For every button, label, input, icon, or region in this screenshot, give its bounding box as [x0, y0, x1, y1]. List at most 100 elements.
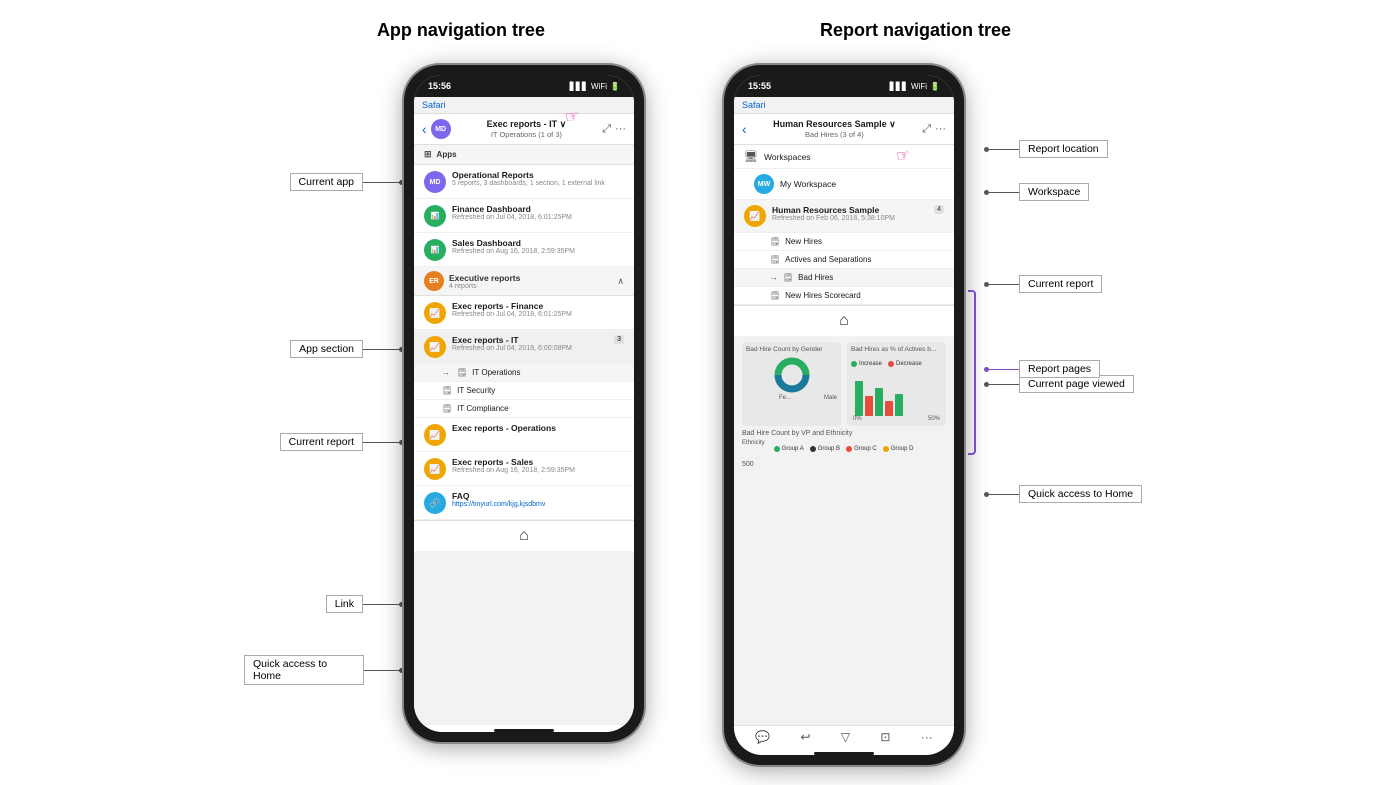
exec-ops-item[interactable]: 📈 Exec reports - Operations — [414, 418, 634, 452]
it-operations-item[interactable]: → 🗒 IT Operations — [414, 364, 634, 382]
exec-finance-sub: Refreshed on Jul 04, 2018, 6:01:25PM — [452, 311, 624, 318]
bad-hires-page[interactable]: → 🗒 Bad Hires — [734, 269, 954, 287]
legend-row: Increase Decrease — [851, 355, 942, 373]
bar4 — [885, 401, 893, 416]
right-title-block: Human Resources Sample ∨ Bad Hires (3 of… — [751, 119, 919, 139]
main-layout: Current app App section Current report — [40, 65, 1348, 765]
group-d-legend: Group D — [883, 440, 914, 458]
right-safari-label: Safari — [742, 100, 766, 110]
op-reports-title: Operational Reports — [452, 170, 624, 180]
exec-reports-section[interactable]: ER Executive reports 4 reports ∧ — [414, 267, 634, 296]
left-notch-pill — [494, 79, 554, 93]
right-expand-icon[interactable]: ⤢ — [922, 123, 931, 136]
finance-title: Finance Dashboard — [452, 204, 624, 214]
right-more-icon[interactable]: ··· — [935, 123, 946, 135]
actives-separations-page[interactable]: 🗒 Actives and Separations — [734, 251, 954, 269]
left-user-avatar: MD — [431, 119, 451, 139]
left-bottom-bar: ⌂ — [414, 520, 634, 551]
preview-row-1: Bad Hire Count by Gender — [742, 342, 946, 426]
right-safari-bar: Safari — [734, 97, 954, 114]
left-more-icon[interactable]: ··· — [615, 123, 626, 135]
workspaces-label: Workspaces — [764, 152, 811, 162]
left-main-title: Exec reports - IT ∨ — [487, 119, 567, 130]
grid-icon-left: ⊞ — [424, 149, 432, 160]
chart1-label: Bad Hire Count by Gender — [746, 346, 837, 353]
exec-group-label: Executive reports — [449, 273, 520, 283]
my-workspace-label: My Workspace — [780, 179, 836, 189]
more-toolbar-icon[interactable]: ··· — [921, 730, 933, 744]
bar3 — [875, 388, 883, 416]
right-bottom-bar: ⌂ — [734, 305, 954, 336]
sales-text: Sales Dashboard Refreshed on Aug 16, 201… — [452, 238, 624, 255]
new-hires-page[interactable]: 🗒 New Hires — [734, 233, 954, 251]
right-phone-screen: 15:55 ▋▋▋ WiFi 🔋 Safari — [734, 75, 954, 755]
exec-it-avatar: 📈 — [424, 336, 446, 358]
report-preview: Bad Hire Count by Gender — [734, 336, 954, 474]
bar5 — [895, 394, 903, 416]
group-b-legend: Group B — [810, 440, 840, 458]
actives-title: Actives and Separations — [785, 255, 871, 264]
left-expand-icon[interactable]: ⤢ — [602, 123, 611, 136]
comment-icon[interactable]: 💬 — [755, 730, 770, 744]
ann-line-app-section — [363, 349, 399, 350]
ann-line-quick-access — [364, 670, 399, 671]
right-home-button[interactable]: ⌂ — [839, 312, 849, 330]
apps-header-label: Apps — [437, 150, 457, 159]
it-compliance-item[interactable]: 🗒 IT Compliance — [414, 400, 634, 418]
left-phone-wrapper: Current app App section Current report — [244, 65, 644, 742]
bad-hires-icon: 🗒 — [783, 273, 793, 282]
my-workspace-avatar: MW — [754, 174, 774, 194]
faq-avatar: 🔗 — [424, 492, 446, 514]
rann-line-report-location — [989, 149, 1019, 150]
bar2 — [865, 396, 873, 416]
rann-line-current-report — [989, 284, 1019, 285]
page-header: App navigation tree Report navigation tr… — [377, 20, 1011, 41]
scorecard-page[interactable]: 🗒 New Hires Scorecard — [734, 287, 954, 305]
cursor-icon-right: ☞ — [894, 145, 912, 167]
exec-group-sub: 4 reports — [449, 283, 520, 290]
workspaces-header[interactable]: 🖥 Workspaces — [734, 145, 954, 169]
pages-icon[interactable]: ⊡ — [880, 730, 890, 744]
finance-avatar: 📊 — [424, 205, 446, 227]
new-hires-title: New Hires — [785, 237, 822, 246]
finance-dashboard-item[interactable]: 📊 Finance Dashboard Refreshed on Jul 04,… — [414, 199, 634, 233]
left-phone: 15:56 ▋▋▋ WiFi 🔋 Safari — [404, 65, 644, 742]
rann-line-report-pages — [989, 369, 1019, 370]
workspace-annotation-label: Workspace — [1019, 183, 1089, 201]
exec-finance-item[interactable]: 📈 Exec reports - Finance Refreshed on Ju… — [414, 296, 634, 330]
exec-chevron[interactable]: ∧ — [617, 276, 624, 287]
undo-icon[interactable]: ↩ — [800, 730, 810, 744]
hr-sample-report-item[interactable]: 📈 Human Resources Sample Refreshed on Fe… — [734, 200, 954, 233]
preview-chart-bar: Bad Hires as % of Actives b... Increase … — [847, 342, 946, 426]
it-security-item[interactable]: 🗒 IT Security — [414, 382, 634, 400]
faq-title: FAQ — [452, 491, 624, 501]
op-reports-text: Operational Reports 5 reports, 3 dashboa… — [452, 170, 624, 187]
exec-it-text: Exec reports - IT Refreshed on Jul 04, 2… — [452, 335, 608, 352]
exec-group-text: Executive reports 4 reports — [449, 273, 520, 290]
exec-ops-avatar: 📈 — [424, 424, 446, 446]
right-phone-shell: 15:55 ▋▋▋ WiFi 🔋 Safari — [724, 65, 964, 765]
left-home-button[interactable]: ⌂ — [519, 527, 529, 545]
left-safari-bar: Safari — [414, 97, 634, 114]
operational-reports-item[interactable]: MD Operational Reports 5 reports, 3 dash… — [414, 165, 634, 199]
it-comp-icon: 🗒 — [442, 404, 452, 413]
right-phone-wrapper: 15:55 ▋▋▋ WiFi 🔋 Safari — [724, 65, 1144, 765]
report-location-label: Report location — [1019, 140, 1108, 158]
right-back-arrow[interactable]: ‹ — [742, 121, 747, 137]
faq-item[interactable]: 🔗 FAQ https://tinyurl.com/kjg,kjsdbmv — [414, 486, 634, 520]
left-status-icons: ▋▋▋ WiFi 🔋 — [570, 82, 620, 91]
it-ops-title: IT Operations — [472, 368, 520, 377]
exec-it-item[interactable]: 📈 Exec reports - IT Refreshed on Jul 04,… — [414, 330, 634, 364]
right-phone: 15:55 ▋▋▋ WiFi 🔋 Safari — [724, 65, 964, 765]
left-phone-shell: 15:56 ▋▋▋ WiFi 🔋 Safari — [404, 65, 644, 742]
left-apps-header: ⊞ Apps — [414, 145, 634, 165]
left-back-arrow[interactable]: ‹ — [422, 121, 427, 137]
faq-link[interactable]: https://tinyurl.com/kjg,kjsdbmv — [452, 501, 624, 508]
filter-icon[interactable]: ▽ — [841, 730, 850, 744]
quick-access-left-label: Quick access to Home — [244, 655, 364, 685]
sales-dashboard-item[interactable]: 📊 Sales Dashboard Refreshed on Aug 16, 2… — [414, 233, 634, 267]
exec-sales-item[interactable]: 📈 Exec reports - Sales Refreshed on Aug … — [414, 452, 634, 486]
annotation-report-location: Report location — [984, 140, 1108, 158]
op-reports-avatar: MD — [424, 171, 446, 193]
my-workspace-item[interactable]: MW My Workspace — [734, 169, 954, 200]
